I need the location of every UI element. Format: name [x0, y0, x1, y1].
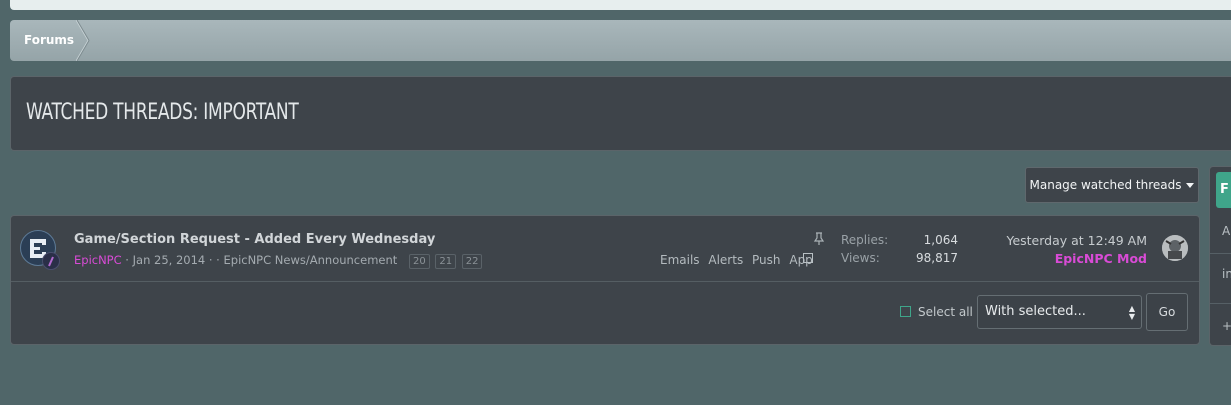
last-poster-link[interactable]: EpicNPC Mod — [1055, 251, 1147, 266]
select-all-label[interactable]: Select all — [918, 305, 973, 319]
sidebar-panel: F A in + — [1209, 166, 1231, 346]
views-count: 98,817 — [916, 251, 958, 265]
breadcrumb: Forums — [10, 20, 1231, 61]
last-poster-avatar[interactable] — [1162, 235, 1188, 261]
page-jump: 20 21 22 — [407, 253, 483, 269]
thread-title-link[interactable]: Game/Section Request - Added Every Wedne… — [74, 232, 435, 247]
page-link[interactable]: 22 — [461, 254, 483, 269]
sidebar-action-button[interactable]: F — [1216, 172, 1231, 208]
thread-row[interactable]: Game/Section Request - Added Every Wedne… — [11, 216, 1199, 282]
with-selected-value: With selected... — [985, 304, 1086, 319]
notify-alerts: Alerts — [708, 253, 744, 267]
last-poster-mini-avatar — [42, 252, 60, 270]
top-header-strip — [10, 0, 1231, 10]
go-button[interactable]: Go — [1146, 293, 1188, 331]
meta-separator: · — [121, 253, 133, 267]
thread-date[interactable]: Jan 25, 2014 — [133, 253, 206, 267]
page-title: WATCHED THREADS: IMPORTANT — [26, 100, 299, 125]
pin-icon — [813, 232, 825, 245]
breadcrumb-forums-link[interactable]: Forums — [10, 20, 86, 61]
views-label: Views: — [841, 251, 880, 265]
last-post-date-link[interactable]: Yesterday at 12:49 AM — [1006, 233, 1147, 248]
replies-count: 1,064 — [923, 233, 958, 247]
sidebar-text-1: A — [1222, 224, 1231, 238]
thread-meta: EpicNPC · Jan 25, 2014 · · EpicNPC News/… — [74, 253, 483, 269]
sidebar-text-2: in — [1222, 267, 1231, 281]
notification-types: Emails Alerts Push App — [660, 253, 818, 267]
manage-watched-threads-button[interactable]: Manage watched threads — [1025, 167, 1199, 203]
thread-author-link[interactable]: EpicNPC — [74, 253, 122, 267]
thread-list: Game/Section Request - Added Every Wedne… — [10, 215, 1200, 345]
select-all-checkbox[interactable] — [900, 306, 911, 317]
thread-forum-link[interactable]: · · EpicNPC News/Announcement — [209, 253, 397, 267]
notify-emails: Emails — [660, 253, 700, 267]
breadcrumb-chevron-icon — [76, 20, 90, 61]
page-link[interactable]: 20 — [408, 254, 430, 269]
sidebar-divider — [1210, 303, 1231, 304]
select-arrows-icon: ▲ ▼ — [1128, 304, 1135, 321]
sidebar-text-3[interactable]: + — [1222, 319, 1231, 333]
page-header: WATCHED THREADS: IMPORTANT — [10, 76, 1231, 151]
with-selected-dropdown[interactable]: With selected... ▲ ▼ — [977, 295, 1142, 329]
thread-select-checkbox[interactable] — [803, 253, 813, 263]
caret-down-icon — [1186, 183, 1195, 188]
sidebar-divider — [1210, 253, 1231, 254]
notify-push: Push — [752, 253, 781, 267]
page-link[interactable]: 21 — [435, 254, 457, 269]
manage-label: Manage watched threads — [1029, 178, 1182, 192]
